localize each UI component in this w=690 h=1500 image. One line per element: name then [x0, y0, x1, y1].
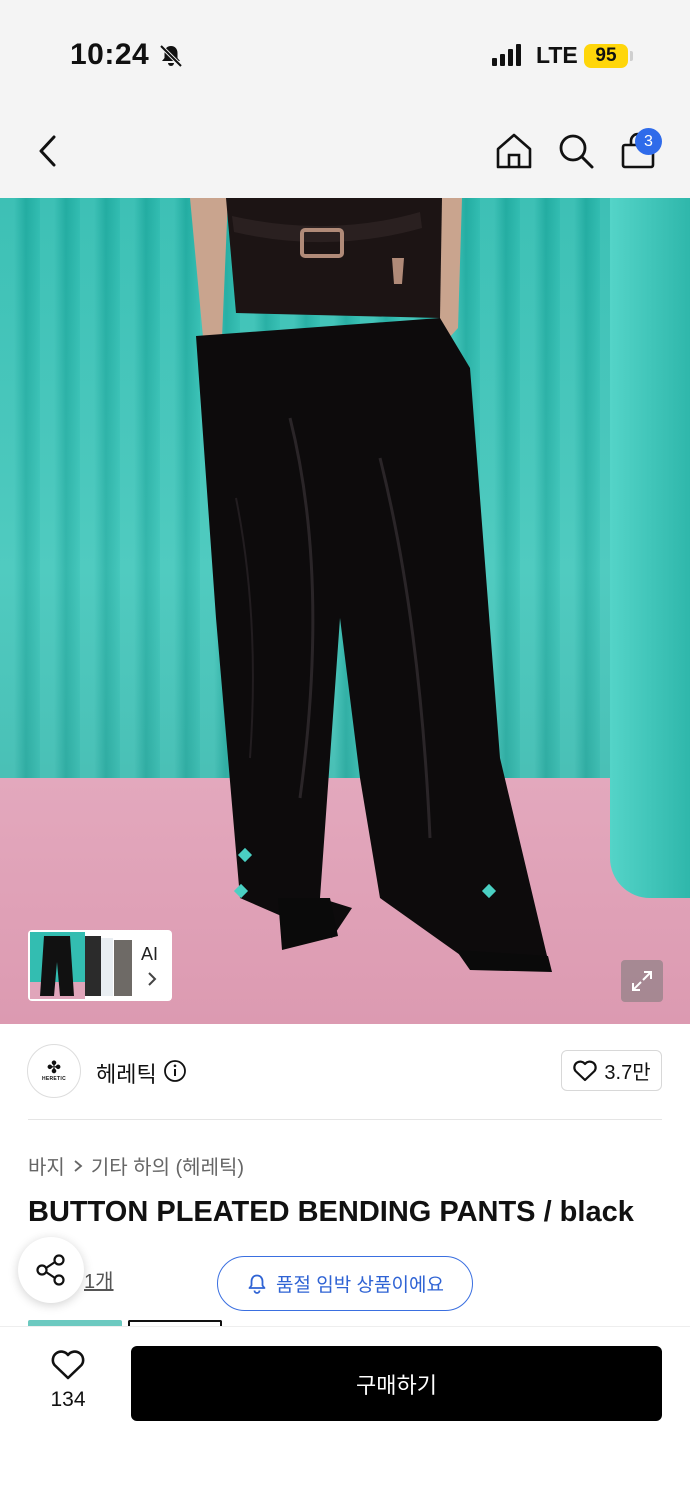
buy-button[interactable]: 구매하기: [131, 1346, 662, 1421]
clover-icon: ✤: [46, 1058, 62, 1077]
wish-count: 134: [50, 1388, 86, 1411]
chevron-left-icon: [39, 135, 56, 167]
product-title: BUTTON PLEATED BENDING PANTS / black: [28, 1196, 634, 1228]
bell-slash-icon: [159, 44, 183, 68]
soldout-text: 품절 임박 상품이에요: [276, 1275, 444, 1296]
brand-like-button[interactable]: 3.7만: [561, 1050, 662, 1091]
thumbnail-images[interactable]: [30, 932, 132, 999]
battery-nub: [630, 51, 633, 61]
review-count-link[interactable]: 1개: [84, 1265, 114, 1294]
search-button[interactable]: [552, 127, 600, 175]
chevron-right-icon: [74, 1159, 83, 1172]
back-button[interactable]: [24, 127, 72, 175]
search-icon: [559, 134, 594, 169]
expand-image-button[interactable]: [621, 960, 663, 1002]
info-icon[interactable]: [163, 1059, 187, 1083]
expand-icon: [632, 971, 652, 991]
heart-icon[interactable]: [50, 1349, 86, 1381]
breadcrumb: 바지 기타 하의 (헤레틱): [28, 1151, 244, 1180]
bell-icon: [248, 1274, 266, 1294]
status-bar: 10:24 LTE 95: [0, 0, 690, 100]
model-figure: [190, 198, 552, 972]
breadcrumb-subcategory[interactable]: 기타 하의 (헤레틱): [91, 1151, 244, 1180]
brand-logo-text: HERETIC: [41, 1076, 67, 1082]
share-icon: [36, 1254, 65, 1286]
brand-name[interactable]: 헤레틱: [96, 1057, 157, 1089]
signal-bars-icon: [492, 44, 521, 66]
heart-icon: [573, 1060, 598, 1081]
battery-level: 95: [584, 44, 628, 68]
network-type: LTE: [536, 42, 578, 68]
breadcrumb-category[interactable]: 바지: [28, 1151, 65, 1180]
home-button[interactable]: [490, 127, 538, 175]
home-icon: [496, 133, 532, 169]
share-button[interactable]: [18, 1237, 84, 1303]
chevron-right-icon: [148, 972, 157, 986]
cart-count-badge: 3: [635, 128, 662, 155]
status-time: 10:24: [70, 38, 150, 71]
brand-logo[interactable]: ✤ HERETIC: [27, 1044, 81, 1098]
brand-like-count: 3.7만: [604, 1062, 651, 1084]
soldout-notice[interactable]: 품절 임박 상품이에요: [217, 1256, 473, 1311]
top-nav-bar: [0, 100, 690, 198]
product-image[interactable]: [0, 198, 690, 1024]
ai-label: AI: [141, 944, 159, 964]
divider: [28, 1119, 662, 1120]
